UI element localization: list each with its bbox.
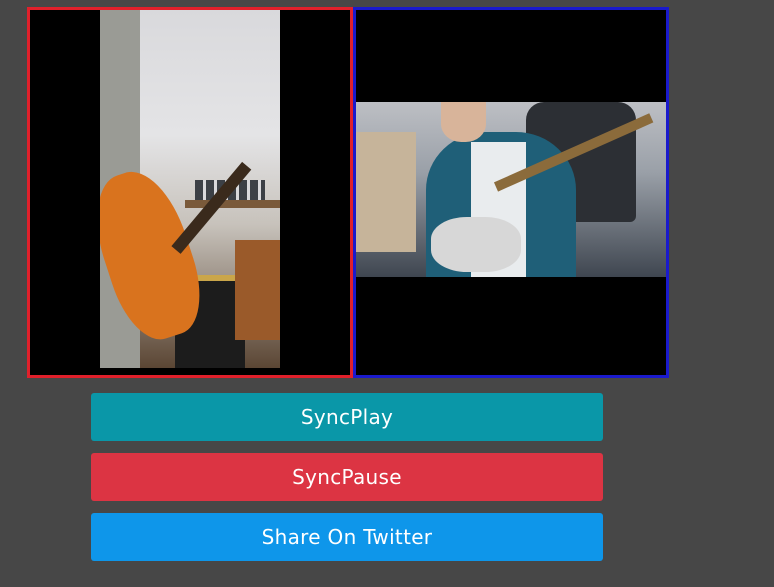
share-on-twitter-button[interactable]: Share On Twitter bbox=[91, 513, 603, 561]
left-video-frame bbox=[100, 10, 280, 368]
right-video-frame bbox=[356, 102, 666, 277]
shelf-shape bbox=[356, 132, 416, 252]
sync-pause-button[interactable]: SyncPause bbox=[91, 453, 603, 501]
person-head-shape bbox=[441, 102, 486, 142]
shelf-shape bbox=[185, 200, 280, 208]
bass-body-shape bbox=[431, 217, 521, 272]
cabinet-shape bbox=[235, 240, 280, 340]
sync-play-button[interactable]: SyncPlay bbox=[91, 393, 603, 441]
sync-player-page: SyncPlay SyncPause Share On Twitter bbox=[0, 0, 774, 587]
right-video-player[interactable] bbox=[353, 7, 669, 378]
left-video-player[interactable] bbox=[27, 7, 353, 378]
